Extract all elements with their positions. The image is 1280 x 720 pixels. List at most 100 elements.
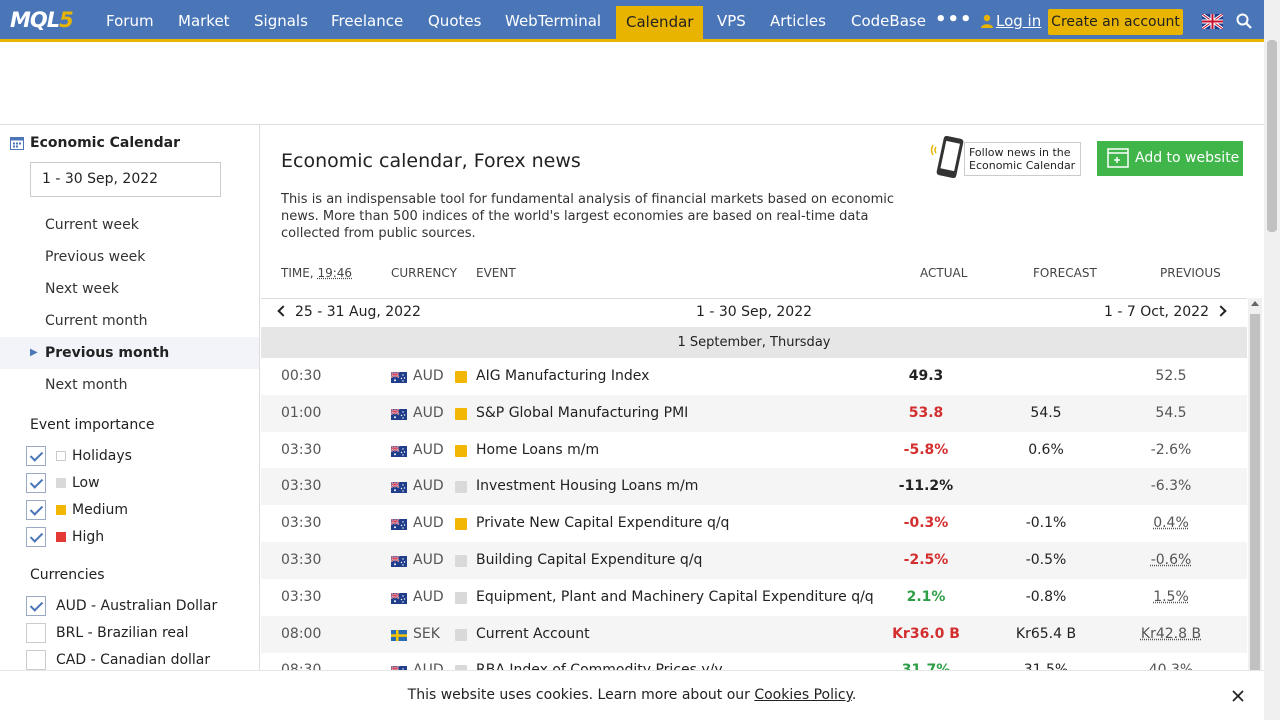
column-actual: ACTUAL (920, 266, 968, 280)
table-scrollbar[interactable] (1248, 298, 1262, 670)
event-forecast: 31.5% (981, 662, 1111, 670)
login-link[interactable]: Log in (980, 0, 1041, 42)
importance-indicator-icon (455, 481, 467, 494)
previous-period-link[interactable]: 25 - 31 Aug, 2022 (277, 304, 421, 320)
date-range-input[interactable]: 1 - 30 Sep, 2022 (30, 162, 221, 197)
checkbox[interactable] (26, 473, 46, 493)
importance-color-icon (56, 451, 66, 461)
period-next-week[interactable]: Next week (0, 273, 259, 305)
period-current-week[interactable]: Current week (0, 209, 259, 241)
column-event: EVENT (476, 266, 516, 280)
event-previous: -0.6% (1150, 552, 1192, 568)
login-label: Log in (996, 12, 1042, 30)
cookie-banner: This website uses cookies. Learn more ab… (0, 670, 1264, 720)
page-scrollbar-thumb[interactable] (1267, 40, 1277, 232)
search-icon[interactable] (1236, 13, 1252, 29)
currency-cad[interactable]: CAD - Canadian dollar (26, 650, 210, 670)
more-menu-icon[interactable]: ••• (935, 0, 973, 42)
period-previous-week[interactable]: Previous week (0, 241, 259, 273)
event-previous: 54.5 (1155, 404, 1187, 421)
nav-item-codebase[interactable]: CodeBase (841, 0, 936, 42)
page-scrollbar[interactable] (1264, 0, 1280, 720)
cookies-policy-link[interactable]: Cookies Policy (754, 687, 852, 703)
period-previous-month[interactable]: ▶ Previous month (0, 337, 259, 369)
importance-high[interactable]: High (26, 527, 104, 547)
phone-icon (930, 135, 964, 179)
table-row[interactable]: 03:30 AUD Private New Capital Expenditure … (261, 505, 1247, 542)
event-name[interactable]: Equipment, Plant and Machinery Capital E… (476, 589, 874, 605)
event-time: 03:30 (281, 552, 322, 568)
importance-indicator-icon (455, 591, 467, 604)
top-navbar: MQL 5 Forum Market Signals Freelance Quotes We… (0, 0, 1264, 42)
add-to-website-label: Add to website (1135, 150, 1240, 166)
nav-item-calendar[interactable]: Calendar (616, 6, 704, 42)
currency-label: AUD - Australian Dollar (56, 598, 218, 614)
event-name[interactable]: AIG Manufacturing Index (476, 368, 649, 384)
create-account-button[interactable]: Create an account (1048, 9, 1183, 35)
importance-indicator-icon (455, 407, 467, 420)
table-row[interactable]: 03:30 AUD Building Capital Expenditure q/q… (261, 542, 1247, 579)
active-arrow-icon: ▶ (30, 347, 38, 358)
checkbox[interactable] (26, 650, 46, 670)
logo-number: 5 (59, 8, 74, 32)
table-row[interactable]: 03:30 AUD Home Loans m/m -5.8% 0.6% -2.6% (261, 432, 1247, 469)
follow-news-widget[interactable]: Follow news in the Economic Calendar (930, 135, 1081, 179)
nav-item-forum[interactable]: Forum (96, 0, 164, 42)
table-row[interactable]: 03:30 AUD Investment Housing Loans m/m -11.… (261, 468, 1247, 506)
checkbox[interactable] (26, 623, 46, 643)
importance-color-icon (56, 505, 66, 515)
event-name[interactable]: Current Account (476, 626, 590, 642)
event-name[interactable]: Home Loans m/m (476, 442, 599, 458)
australia-flag-icon (390, 481, 407, 494)
nav-item-signals[interactable]: Signals (244, 0, 318, 42)
event-name[interactable]: S&P Global Manufacturing PMI (476, 405, 688, 421)
column-previous: PREVIOUS (1160, 266, 1221, 280)
logo-text: MQL (10, 8, 60, 32)
event-actual: -5.8% (903, 441, 949, 458)
event-time: 03:30 (281, 588, 322, 605)
importance-indicator-icon (455, 444, 467, 457)
nav-item-quotes[interactable]: Quotes (418, 0, 491, 42)
period-next-month[interactable]: Next month (0, 369, 259, 401)
table-scrollbar-thumb[interactable] (1250, 314, 1260, 670)
event-name[interactable]: Investment Housing Loans m/m (476, 478, 698, 494)
event-currency: AUD (413, 441, 444, 458)
checkbox[interactable] (26, 596, 46, 616)
importance-medium[interactable]: Medium (26, 500, 128, 520)
event-name[interactable]: RBA Index of Commodity Prices y/y (476, 662, 723, 670)
scroll-up-icon[interactable] (1251, 301, 1259, 306)
period-navigation: 1 - 30 Sep, 2022 25 - 31 Aug, 2022 1 - 7… (261, 298, 1247, 327)
sweden-flag-icon (391, 629, 407, 641)
table-row[interactable]: 00:30 AUD AIG Manufacturing Index 49.3 52.5 (261, 358, 1247, 395)
nav-item-freelance[interactable]: Freelance (321, 0, 413, 42)
nav-item-articles[interactable]: Articles (760, 0, 836, 42)
event-previous: -6.3% (1150, 478, 1192, 495)
table-row[interactable]: 03:30 AUD Equipment, Plant and Machinery C… (261, 579, 1247, 616)
next-period-link[interactable]: 1 - 7 Oct, 2022 (1104, 304, 1227, 320)
nav-item-vps[interactable]: VPS (707, 0, 756, 42)
checkbox[interactable] (26, 500, 46, 520)
table-row[interactable]: 01:00 AUD S&P Global Manufacturing PMI 53.8… (261, 394, 1247, 432)
add-to-website-button[interactable]: Add to website (1097, 141, 1243, 176)
event-previous: 40.3% (1106, 662, 1236, 670)
event-time: 00:30 (281, 368, 322, 384)
nav-item-webterminal[interactable]: WebTerminal (495, 0, 611, 42)
checkbox[interactable] (26, 446, 46, 466)
currency-aud[interactable]: AUD - Australian Dollar (26, 596, 217, 616)
table-row[interactable]: 08:00 SEK Current Account Kr36.0 B Kr65.4 B K… (261, 615, 1247, 653)
checkbox[interactable] (26, 527, 46, 547)
importance-holidays[interactable]: Holidays (26, 446, 132, 466)
event-name[interactable]: Private New Capital Expenditure q/q (476, 515, 729, 531)
currency-label: CAD - Canadian dollar (56, 652, 211, 668)
close-icon[interactable] (1231, 689, 1245, 703)
currency-brl[interactable]: BRL - Brazilian real (26, 623, 188, 643)
event-name[interactable]: Building Capital Expenditure q/q (476, 552, 702, 568)
period-current-month[interactable]: Current month (0, 305, 259, 337)
mql5-logo[interactable]: MQL 5 (10, 7, 74, 33)
uk-flag-icon[interactable] (1202, 14, 1223, 29)
importance-label: Low (72, 475, 100, 491)
nav-item-market[interactable]: Market (168, 0, 240, 42)
event-currency: SEK (413, 625, 440, 642)
importance-low[interactable]: Low (26, 473, 100, 493)
table-row[interactable]: 08:30 AUD RBA Index of Commodity Prices y/… (261, 652, 1247, 670)
